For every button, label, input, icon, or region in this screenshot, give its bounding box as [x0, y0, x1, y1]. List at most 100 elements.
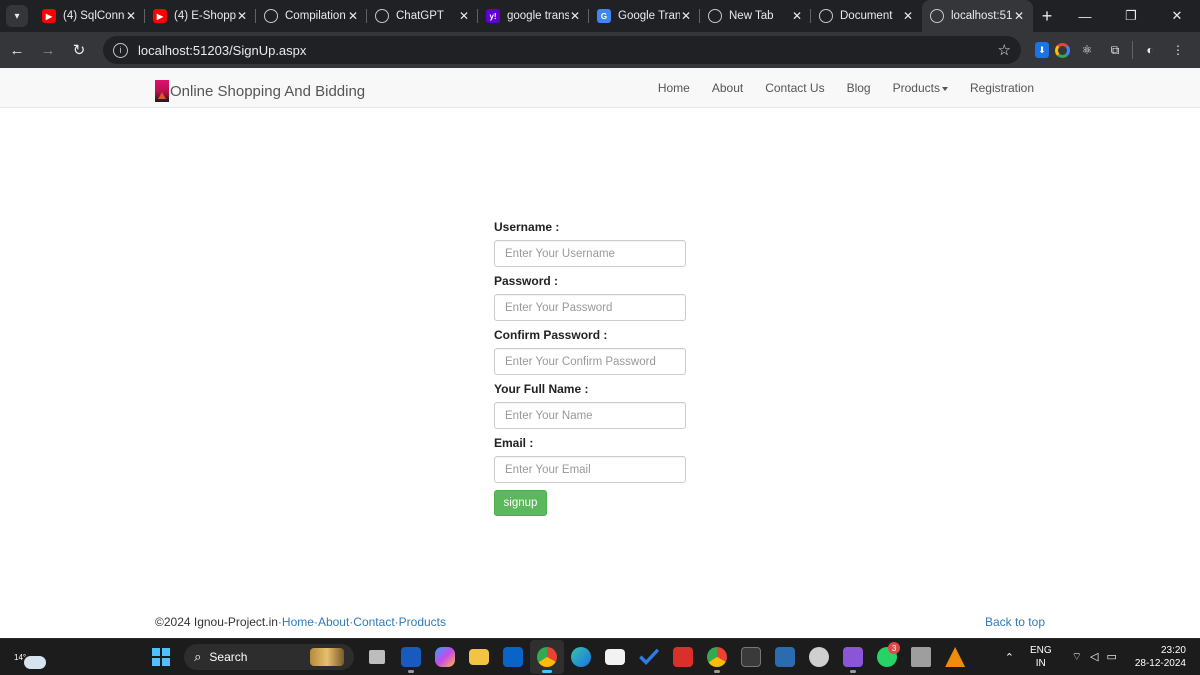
remote-desktop-icon[interactable]: [768, 640, 802, 674]
volume-icon: ◁: [1089, 651, 1099, 663]
taskbar-search[interactable]: ⌕ Search: [184, 644, 355, 670]
confirm-password-input[interactable]: [494, 348, 686, 375]
language-indicator[interactable]: ENG IN: [1030, 644, 1052, 670]
email-label: Email :: [494, 436, 534, 450]
tray-icons[interactable]: ⌔ ◁ ▭: [1072, 650, 1117, 664]
forward-arrow-icon[interactable]: →: [34, 36, 62, 64]
visual-studio-icon[interactable]: [836, 640, 870, 674]
youtube-icon: ▶: [42, 9, 56, 23]
reload-icon[interactable]: ↻: [65, 36, 93, 64]
extensions-puzzle-icon[interactable]: ⧉: [1104, 39, 1126, 61]
brand-title[interactable]: Online Shopping And Bidding: [170, 83, 365, 100]
globe-icon: [708, 9, 722, 23]
close-tab-icon[interactable]: ✕: [347, 9, 359, 23]
restore-icon[interactable]: ❐: [1108, 8, 1154, 24]
microsoft-store-icon[interactable]: [598, 640, 632, 674]
close-tab-icon[interactable]: ✕: [680, 9, 692, 23]
footer-home-link[interactable]: Home: [282, 615, 314, 629]
footer-contact-link[interactable]: Contact: [353, 615, 394, 629]
color-extension-icon[interactable]: [1055, 42, 1070, 58]
close-tab-icon[interactable]: ✕: [791, 9, 803, 23]
site-info-icon[interactable]: i: [113, 42, 128, 58]
chrome-profile-icon[interactable]: [700, 640, 734, 674]
web-page: Online Shopping And Bidding Home About C…: [0, 68, 1200, 638]
copilot-icon[interactable]: [428, 640, 462, 674]
close-window-icon[interactable]: ✕: [1154, 8, 1200, 24]
pdf-reader-icon[interactable]: [666, 640, 700, 674]
extensions-area: ⬇ ⚛ ⧉ ◐ ⋮: [1035, 39, 1189, 61]
email-input[interactable]: [494, 456, 686, 483]
word-icon[interactable]: [394, 640, 428, 674]
nav-home-link[interactable]: Home: [647, 81, 701, 95]
dev-tools-icon[interactable]: [904, 640, 938, 674]
profile-avatar-icon[interactable]: ◐: [1139, 39, 1161, 61]
outlook-icon[interactable]: [496, 640, 530, 674]
close-tab-icon[interactable]: ✕: [569, 9, 581, 23]
windows-start-icon[interactable]: [152, 648, 171, 666]
bookmark-star-icon[interactable]: ☆: [998, 41, 1011, 59]
browser-toolbar: ← → ↻ i localhost:51203/SignUp.aspx ☆ ⬇ …: [0, 32, 1200, 68]
close-tab-icon[interactable]: ✕: [236, 9, 248, 23]
minimize-icon[interactable]: —: [1062, 9, 1108, 24]
lang-code: ENG: [1029, 645, 1052, 656]
nav-products-dropdown[interactable]: Products: [882, 81, 959, 95]
nav-registration-link[interactable]: Registration: [959, 81, 1045, 95]
browser-tab[interactable]: New Tab ✕: [700, 0, 811, 32]
username-input[interactable]: [494, 240, 686, 267]
menu-dots-icon[interactable]: ⋮: [1167, 39, 1189, 61]
download-extension-icon[interactable]: ⬇: [1035, 42, 1049, 58]
whatsapp-icon[interactable]: 3: [870, 640, 904, 674]
globe-icon: [930, 9, 944, 23]
back-arrow-icon[interactable]: ←: [3, 36, 31, 64]
file-explorer-icon[interactable]: [462, 640, 496, 674]
weather-widget[interactable]: 14°: [14, 646, 47, 669]
clock-time: 23:20: [1160, 645, 1186, 656]
browser-tab[interactable]: ▶ (4) SqlConnec ✕: [34, 0, 145, 32]
url-text[interactable]: localhost:51203/SignUp.aspx: [138, 43, 998, 58]
nav-contact-link[interactable]: Contact Us: [754, 81, 835, 95]
full-name-input[interactable]: [494, 402, 686, 429]
close-tab-icon[interactable]: ✕: [458, 9, 470, 23]
browser-tab[interactable]: ChatGPT ✕: [367, 0, 478, 32]
password-input[interactable]: [494, 294, 686, 321]
new-tab-button[interactable]: +: [1033, 0, 1061, 32]
cloud-icon: [24, 655, 47, 669]
close-tab-icon[interactable]: ✕: [902, 9, 914, 23]
chevron-up-icon[interactable]: ⌃: [1005, 651, 1014, 664]
close-tab-icon[interactable]: ✕: [1013, 9, 1025, 23]
edge-icon[interactable]: [564, 640, 598, 674]
browser-tab-active[interactable]: localhost:512 ✕: [922, 0, 1033, 32]
close-tab-icon[interactable]: ✕: [125, 9, 137, 23]
task-view-icon[interactable]: [360, 640, 394, 674]
tab-title: New Tab: [729, 10, 774, 22]
nav-blog-link[interactable]: Blog: [836, 81, 882, 95]
confirm-password-label: Confirm Password :: [494, 328, 608, 342]
browser-tab[interactable]: Document ✕: [811, 0, 922, 32]
yahoo-icon: y!: [486, 9, 500, 23]
clock-date: 28-12-2024: [1134, 658, 1186, 669]
browser-tab[interactable]: y! google transl ✕: [478, 0, 589, 32]
footer-about-link[interactable]: About: [318, 615, 349, 629]
caret-down-icon: [941, 86, 948, 91]
nav-about-link[interactable]: About: [701, 81, 754, 95]
browser-tab-strip: ▾ ▶ (4) SqlConnec ✕ ▶ (4) E-Shoppin ✕ Co…: [0, 0, 1200, 32]
settings-gear-icon[interactable]: [802, 640, 836, 674]
signup-button[interactable]: signup: [494, 490, 547, 516]
terminal-icon[interactable]: [734, 640, 768, 674]
browser-tab[interactable]: G Google Trans ✕: [589, 0, 700, 32]
chrome-icon[interactable]: [530, 640, 565, 674]
footer-products-link[interactable]: Products: [399, 615, 446, 629]
browser-tab[interactable]: ▶ (4) E-Shoppin ✕: [145, 0, 256, 32]
site-brand[interactable]: Online Shopping And Bidding: [155, 80, 365, 102]
vlc-icon[interactable]: [938, 640, 972, 674]
back-to-top-link[interactable]: Back to top: [985, 615, 1045, 629]
tab-title: (4) E-Shoppin: [174, 10, 236, 22]
tab-search-button[interactable]: ▾: [6, 5, 28, 27]
site-navbar: Online Shopping And Bidding Home About C…: [0, 68, 1200, 108]
todo-icon[interactable]: [632, 640, 666, 674]
react-devtools-icon[interactable]: ⚛: [1076, 39, 1098, 61]
taskbar-clock[interactable]: 23:20 28-12-2024: [1135, 644, 1186, 670]
chevron-down-icon: ▾: [14, 10, 20, 22]
browser-tab[interactable]: Compilation E ✕: [256, 0, 367, 32]
address-bar[interactable]: i localhost:51203/SignUp.aspx ☆: [103, 36, 1021, 64]
